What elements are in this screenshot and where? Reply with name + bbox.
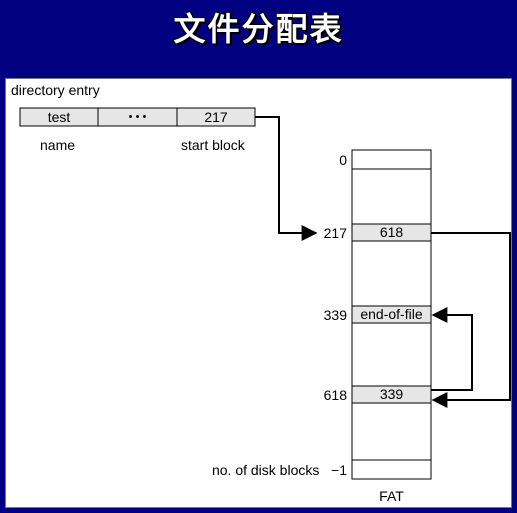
chain-arrow-217-618: [431, 232, 511, 408]
fat-row-label-618: 618: [323, 387, 347, 403]
start-block-arrow: [255, 116, 318, 241]
field-name-value: test: [47, 109, 71, 125]
fat-row-label-217: 217: [323, 225, 347, 241]
name-label: name: [40, 137, 76, 153]
fat-row-label-last: no. of disk blocks −1: [211, 462, 347, 478]
fat-caption: FAT: [379, 488, 404, 504]
fat-diagram: [19, 107, 511, 480]
fat-row-label-339: 339: [323, 307, 347, 323]
fat-value-618: 618: [379, 224, 404, 240]
field-ellipsis: • • •: [128, 111, 147, 123]
fat-value-eof: end-of-file: [360, 306, 423, 322]
fat-row-label-0: 0: [339, 152, 347, 168]
fat-value-339: 339: [379, 386, 404, 402]
field-start-block-value: 217: [204, 109, 228, 125]
directory-entry-caption: directory entry: [11, 82, 100, 98]
chain-arrow-618-339: [431, 307, 473, 391]
start-block-label: start block: [181, 137, 245, 153]
